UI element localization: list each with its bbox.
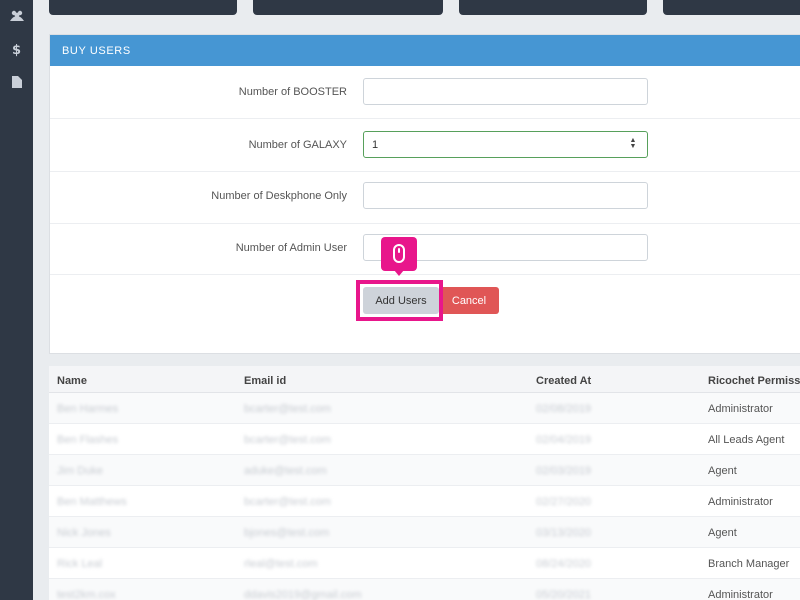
user-email: bcarter@test.com [244,434,331,446]
click-highlight [356,280,443,321]
created-date: 02/04/2019 [536,434,592,446]
user-email: bjones@test.com [244,527,330,539]
created-date: 05/20/2021 [536,589,592,600]
table-row[interactable]: Rick Leal rleal@test.com 08/24/2020 Bran… [49,548,800,579]
galaxy-label: Number of GALAXY [248,139,347,151]
number-spinner-icon[interactable]: ▲ ▼ [628,137,638,150]
table-row[interactable]: Nick Jones bjones@test.com 03/13/2020 Ag… [49,517,800,548]
dollar-icon[interactable]: $ [0,43,33,58]
table-header: Name Email id Created At Ricochet Permis… [49,366,800,393]
stat-card [49,0,237,15]
cancel-button[interactable]: Cancel [439,287,499,314]
sidebar: $ [0,0,33,600]
user-name: Jim Duke [57,465,103,477]
permission: Agent [708,527,737,539]
user-name: Ben Harmes [57,403,119,415]
permission: Administrator [708,589,773,600]
permission: Administrator [708,496,773,508]
admin-user-label: Number of Admin User [235,242,347,254]
created-date: 02/08/2019 [536,403,592,415]
permission: Branch Manager [708,558,790,570]
booster-row: Number of BOOSTER [50,66,800,119]
stat-card [459,0,647,15]
users-icon[interactable] [0,10,33,25]
mouse-icon [393,244,405,263]
created-date: 02/27/2020 [536,496,592,508]
permission: Agent [708,465,737,477]
table-row[interactable]: Ben Flashes bcarter@test.com 02/04/2019 … [49,424,800,455]
user-email: rleal@test.com [244,558,318,570]
document-icon[interactable] [0,76,33,91]
name-header[interactable]: Name [57,375,87,387]
table-row[interactable]: Ben Harmes bcarter@test.com 02/08/2019 A… [49,393,800,424]
email-header[interactable]: Email id [244,375,286,387]
table-row[interactable]: Ben Matthews bcarter@test.com 02/27/2020… [49,486,800,517]
permission: Administrator [708,403,773,415]
created-date: 03/13/2020 [536,527,592,539]
user-email: aduke@test.com [244,465,327,477]
panel-title: BUY USERS [50,35,800,66]
user-name: Rick Leal [57,558,103,570]
created-date: 08/24/2020 [536,558,592,570]
galaxy-input[interactable] [363,131,648,158]
deskphone-label: Number of Deskphone Only [211,190,347,202]
user-name: test2km.cox [57,589,116,600]
stat-card [663,0,800,15]
booster-label: Number of BOOSTER [238,86,347,98]
table-row[interactable]: test2km.cox ddavis2019@gmail.com 05/20/2… [49,579,800,600]
created-at-header[interactable]: Created At [536,375,591,387]
user-email: bcarter@test.com [244,403,331,415]
user-email: bcarter@test.com [244,496,331,508]
mouse-click-tooltip [381,237,417,276]
created-date: 02/03/2019 [536,465,592,477]
users-table: Name Email id Created At Ricochet Permis… [49,366,800,600]
deskphone-input[interactable] [363,182,648,209]
user-email: ddavis2019@gmail.com [244,589,362,600]
booster-input[interactable] [363,78,648,105]
admin-user-row: Number of Admin User [50,224,800,275]
user-name: Ben Matthews [57,496,127,508]
stat-card [253,0,443,15]
deskphone-row: Number of Deskphone Only [50,172,800,224]
permission-header[interactable]: Ricochet Permissi [708,375,800,387]
permission: All Leads Agent [708,434,785,446]
table-row[interactable]: Jim Duke aduke@test.com 02/03/2019 Agent [49,455,800,486]
top-cards [49,0,800,15]
galaxy-row: Number of GALAXY ▲▼ [50,119,800,172]
user-name: Ben Flashes [57,434,119,446]
user-name: Nick Jones [57,527,111,539]
